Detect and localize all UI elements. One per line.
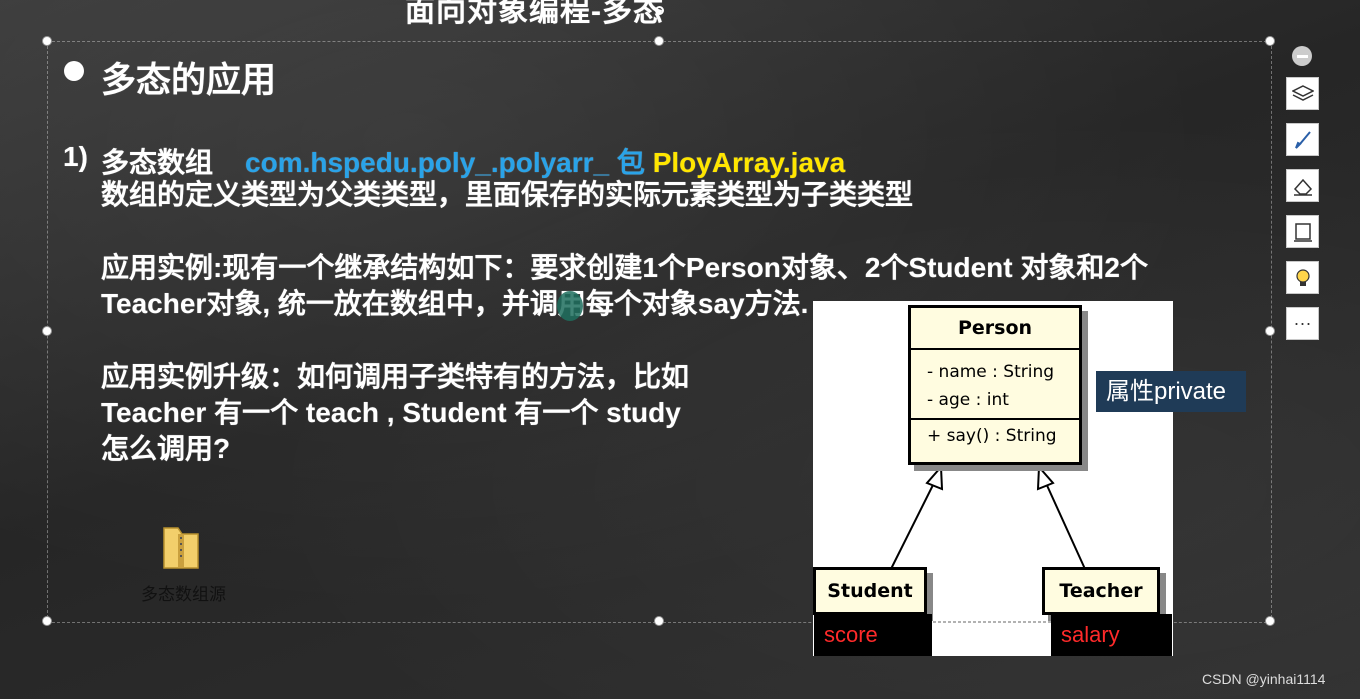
watermark-text: CSDN @yinhai1114: [1202, 671, 1326, 687]
teacher-extra-field: salary: [1051, 614, 1172, 656]
person-attr-age: - age : int: [927, 390, 1009, 410]
eraser-icon-glyph: [1293, 178, 1312, 196]
upgrade-line-1: 应用实例升级：如何调用子类特有的方法，比如: [101, 361, 690, 392]
example-line-2: Teacher对象, 统一放在数组中，并调用每个对象say方法.: [101, 288, 809, 319]
resize-handle-right[interactable]: [1265, 326, 1275, 336]
uml-diagram[interactable]: Person - name : String - age : int + say…: [813, 301, 1173, 656]
attr-private-note: 属性private: [1096, 371, 1246, 412]
resize-handle-left[interactable]: [42, 326, 52, 336]
zip-folder-label[interactable]: 多态数组源: [141, 580, 226, 605]
heading-bullet: [64, 61, 84, 81]
frame-icon[interactable]: [1286, 215, 1319, 248]
item-description: 数组的定义类型为父类类型，里面保存的实际元素类型为子类类型: [101, 179, 914, 210]
lightbulb-icon[interactable]: [1286, 261, 1319, 294]
person-attr-name: - name : String: [927, 362, 1055, 382]
teacher-class: Teacher: [1042, 567, 1160, 615]
slide-top-title: 面向对象编程-多态: [405, 0, 664, 28]
upgrade-line-2: Teacher 有一个 teach , Student 有一个 study: [101, 397, 681, 428]
file-name: PloyArray.java: [652, 147, 846, 178]
resize-handle-bl[interactable]: [42, 616, 52, 626]
resize-handle-tl[interactable]: [42, 36, 52, 46]
person-method-say: + say() : String: [927, 426, 1057, 446]
person-class: Person - name : String - age : int + say…: [908, 305, 1082, 465]
package-name: com.hspedu.poly_.polyarr_ 包: [245, 147, 645, 178]
student-extra-field: score: [814, 614, 932, 656]
person-class-name: Person: [911, 308, 1079, 350]
brush-icon-glyph: [1294, 130, 1311, 149]
example-line-1: 应用实例:现有一个继承结构如下：要求创建1个Person对象、2个Student…: [101, 252, 1148, 283]
student-class-name: Student: [827, 580, 913, 602]
teacher-class-name: Teacher: [1059, 580, 1143, 602]
upgrade-line-3: 怎么调用?: [101, 433, 231, 464]
frame-icon-glyph: [1293, 222, 1312, 242]
item-title-line: 多态数组 com.hspedu.poly_.polyarr_ 包 PloyArra…: [101, 141, 845, 181]
slide-heading: 多态的应用: [101, 61, 277, 100]
zip-folder-glyph: [163, 527, 199, 569]
zip-folder-icon[interactable]: [160, 524, 202, 572]
person-attributes: - name : String - age : int: [911, 350, 1079, 420]
resize-handle-top[interactable]: [654, 36, 664, 46]
item-title: 多态数组: [101, 147, 214, 178]
minus-icon[interactable]: [1292, 46, 1312, 66]
resize-handle-tr[interactable]: [1265, 36, 1275, 46]
more-icon[interactable]: ···: [1286, 307, 1319, 340]
layers-icon-glyph: [1291, 84, 1314, 101]
rotate-handle[interactable]: [655, 6, 664, 15]
layers-icon[interactable]: [1286, 77, 1319, 110]
student-class: Student: [813, 567, 927, 615]
resize-handle-bottom[interactable]: [654, 616, 664, 626]
item-number: 1): [63, 141, 88, 172]
lightbulb-icon-glyph: [1295, 268, 1310, 286]
pointer-cursor-icon: [557, 291, 583, 321]
resize-handle-br[interactable]: [1265, 616, 1275, 626]
brush-icon[interactable]: [1286, 123, 1319, 156]
eraser-icon[interactable]: [1286, 169, 1319, 202]
